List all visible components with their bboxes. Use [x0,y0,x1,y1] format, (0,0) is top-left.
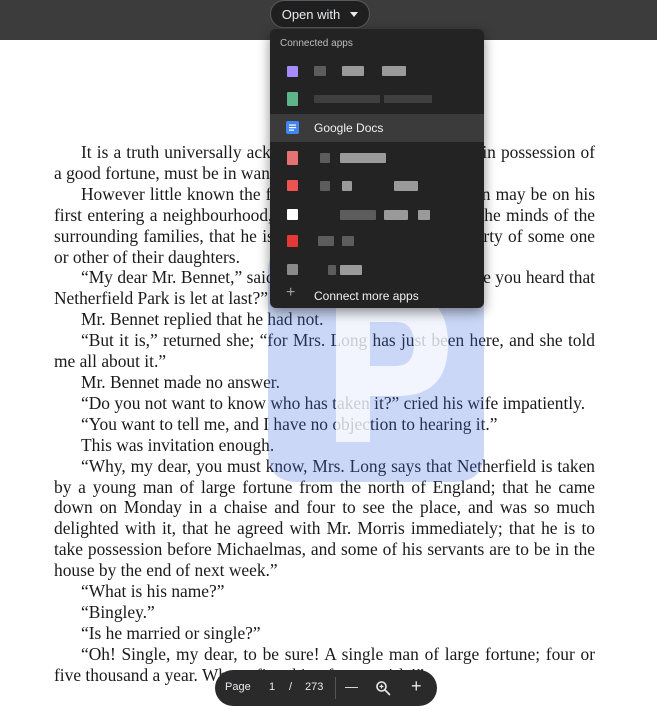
paragraph: “But it is,” returned she; “for Mrs. Lon… [54,330,595,372]
plus-icon: + [286,284,296,301]
menu-item-app-4[interactable] [270,172,484,200]
redacted-label [342,66,364,76]
zoom-icon[interactable] [375,680,391,696]
paragraph: “You want to tell me, and I have no obje… [81,413,498,434]
redacted-label [342,236,354,246]
menu-header: Connected apps [280,38,353,49]
paragraph: “Do you not want to know who has taken i… [81,392,586,413]
redacted-label [340,210,376,220]
redacted-label [314,66,326,76]
app-icon [287,235,298,247]
paragraph: “Why, my dear, you must know, Mrs. Long … [54,455,595,581]
menu-item-label: Google Docs [314,121,384,135]
zoom-in-button[interactable]: + [411,676,422,697]
menu-item-app-2[interactable] [270,85,484,113]
redacted-label [394,181,418,191]
redacted-label [382,66,406,76]
redacted-label [342,181,352,191]
open-with-label: Open with [281,6,341,22]
paragraph: Mr. Bennet replied that he had not. [81,309,324,330]
app-icon [287,209,298,220]
app-icon [287,151,298,165]
paragraph: This was invitation enough. [81,434,275,455]
menu-item-app-3[interactable] [270,144,484,172]
paragraph: “Is he married or single?” [81,622,261,643]
paragraph: “What is his name?” [81,581,225,602]
page-separator: / [289,681,293,693]
total-pages: 273 [305,681,324,693]
app-icon [287,264,298,275]
menu-item-app-5[interactable] [270,200,484,228]
divider [335,677,336,699]
menu-item-connect-more[interactable]: + Connect more apps [270,282,484,308]
open-with-button[interactable]: Open with [270,0,370,28]
current-page-input[interactable]: 1 [269,681,275,693]
redacted-label [328,265,336,275]
redacted-label [340,265,362,275]
redacted-label [320,153,330,163]
menu-item-google-docs[interactable]: Google Docs [270,114,484,142]
redacted-label [318,236,334,246]
open-with-menu: Connected apps Google Docs + Connect mor… [270,29,484,308]
redacted-label [340,153,386,163]
redacted-label [418,210,430,220]
page-label: Page [225,681,251,693]
paragraph: Mr. Bennet made no answer. [81,371,280,392]
redacted-label [320,181,330,191]
caret-down-icon [350,11,359,17]
app-icon [287,92,298,106]
page-controls: Page 1 / 273 — + [215,670,437,706]
redacted-label [314,95,380,103]
paragraph: “Bingley.” [81,601,155,622]
zoom-out-button[interactable]: — [345,679,358,694]
app-icon [287,180,298,191]
menu-item-app-1[interactable] [270,57,484,85]
menu-item-app-6[interactable] [270,228,484,256]
redacted-label [384,95,432,103]
app-icon [287,66,298,77]
google-docs-icon [286,121,299,134]
menu-item-label: Connect more apps [314,289,419,303]
redacted-label [384,210,408,220]
menu-item-app-7[interactable] [270,256,484,284]
